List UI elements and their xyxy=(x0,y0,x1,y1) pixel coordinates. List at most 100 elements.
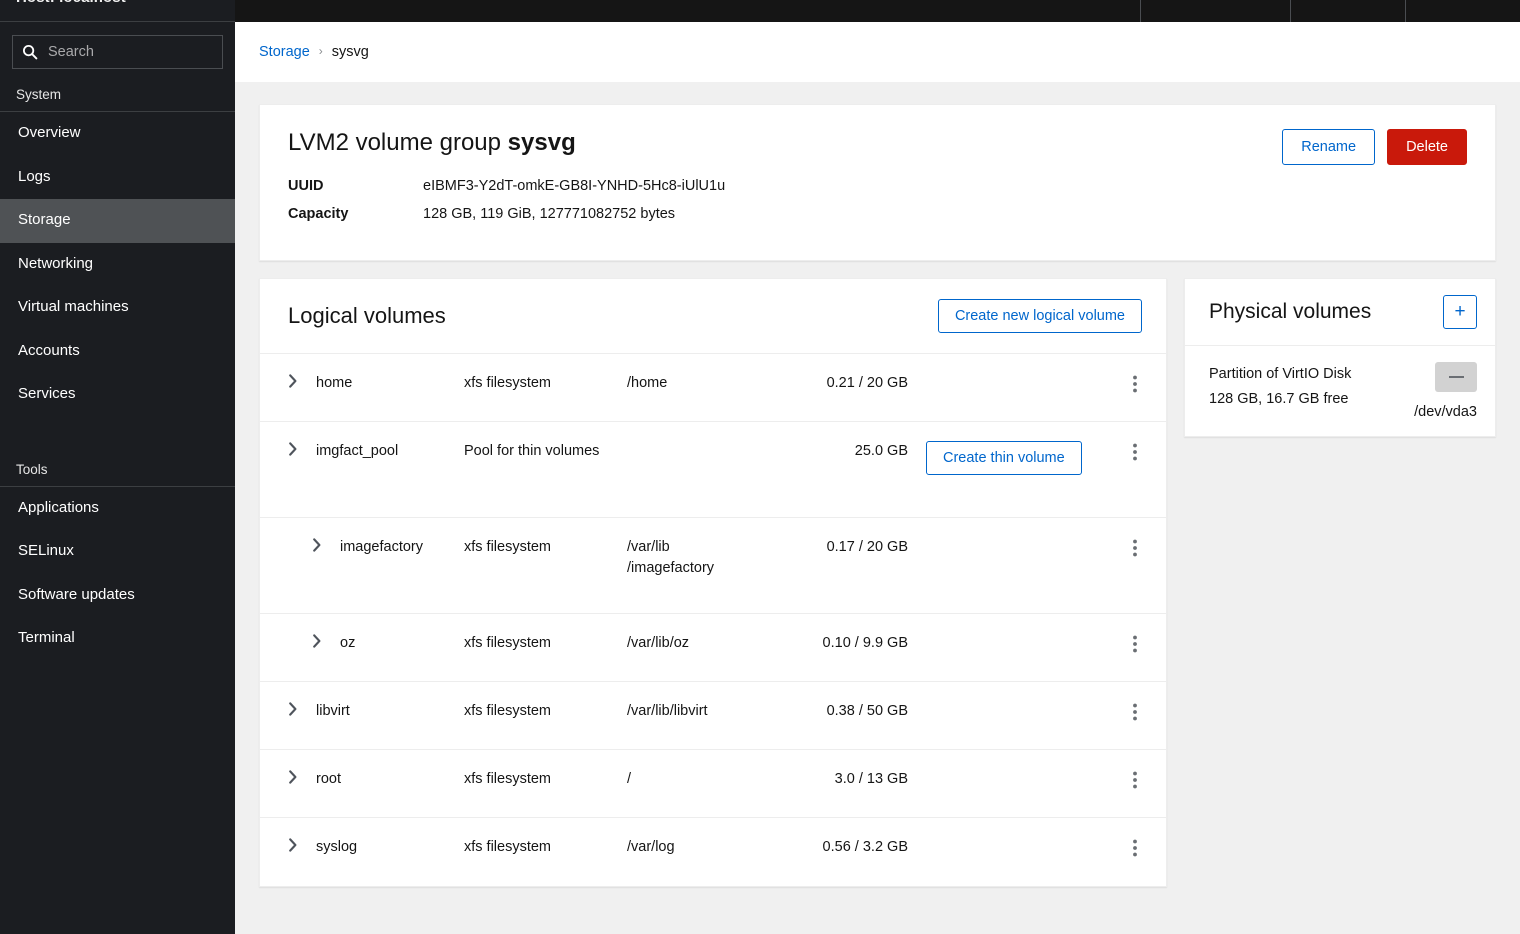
sidebar-section-system: System xyxy=(0,80,235,112)
row-expand-toggle[interactable] xyxy=(260,769,316,788)
row-expand-toggle[interactable] xyxy=(260,373,316,392)
page-title-name: sysvg xyxy=(508,129,576,156)
sidebar-item-virtual-machines[interactable]: Virtual machines xyxy=(0,286,235,330)
top-bar-cell-1[interactable] xyxy=(1140,0,1290,22)
sidebar-item-services[interactable]: Services xyxy=(0,373,235,417)
kebab-menu-icon xyxy=(1133,771,1137,793)
lv-usage: 0.38 / 50 GB xyxy=(708,701,908,722)
breadcrumb-link-storage[interactable]: Storage xyxy=(259,44,310,60)
table-row[interactable]: libvirt xfs filesystem /var/lib/libvirt … xyxy=(260,682,1166,750)
breadcrumb: Storage › sysvg xyxy=(235,22,1520,82)
lv-mount: / xyxy=(627,769,708,790)
physical-volume-info: Partition of VirtIO Disk 128 GB, 16.7 GB… xyxy=(1209,362,1351,413)
table-row[interactable]: home xfs filesystem /home 0.21 / 20 GB xyxy=(260,354,1166,422)
table-row[interactable]: imagefactory xfs filesystem /var/lib /im… xyxy=(260,518,1166,614)
top-bar-cell-2[interactable] xyxy=(1290,0,1405,22)
table-row[interactable]: root xfs filesystem / 3.0 / 13 GB xyxy=(260,750,1166,818)
table-row[interactable]: imgfact_pool Pool for thin volumes 25.0 … xyxy=(260,422,1166,518)
row-menu-button[interactable] xyxy=(1104,633,1166,657)
row-menu-button[interactable] xyxy=(1104,769,1166,793)
content-area: LVM2 volume group sysvg UUID eIBMF3-Y2dT… xyxy=(235,82,1520,934)
uuid-label: UUID xyxy=(288,178,423,194)
kebab-menu-icon xyxy=(1133,539,1137,561)
breadcrumb-current: sysvg xyxy=(332,44,369,60)
physical-volume-entry: Partition of VirtIO Disk 128 GB, 16.7 GB… xyxy=(1185,346,1495,436)
sidebar-item-logs[interactable]: Logs xyxy=(0,156,235,200)
kebab-menu-icon xyxy=(1133,703,1137,725)
lv-type: xfs filesystem xyxy=(464,769,627,790)
lv-usage: 0.10 / 9.9 GB xyxy=(708,633,908,654)
add-physical-volume-button[interactable]: + xyxy=(1443,295,1477,329)
chevron-right-icon xyxy=(288,442,316,460)
main-area: Storage › sysvg LVM2 volume group sysvg … xyxy=(235,0,1520,934)
lv-usage: 0.56 / 3.2 GB xyxy=(708,837,908,858)
lv-mount: /var/lib /imagefactory xyxy=(627,537,708,579)
chevron-right-icon xyxy=(312,538,340,556)
lv-type: xfs filesystem xyxy=(464,373,627,394)
sidebar-item-applications[interactable]: Applications xyxy=(0,487,235,531)
row-expand-toggle[interactable] xyxy=(260,633,340,652)
sidebar-item-software-updates[interactable]: Software updates xyxy=(0,574,235,618)
sidebar-item-terminal[interactable]: Terminal xyxy=(0,617,235,661)
row-expand-toggle[interactable] xyxy=(260,441,316,460)
lv-action: Create thin volume xyxy=(908,441,1104,475)
sidebar-brand-label: Host: localhost xyxy=(16,0,126,6)
chevron-right-icon xyxy=(288,702,316,720)
kebab-menu-icon xyxy=(1133,375,1137,397)
sidebar-search xyxy=(0,22,235,80)
row-menu-button[interactable] xyxy=(1104,537,1166,561)
kebab-menu-icon xyxy=(1133,635,1137,657)
create-thin-volume-button[interactable]: Create thin volume xyxy=(926,441,1082,475)
capacity-value: 128 GB, 119 GiB, 127771082752 bytes xyxy=(423,206,675,222)
row-expand-toggle[interactable] xyxy=(260,537,340,556)
row-menu-button[interactable] xyxy=(1104,441,1166,465)
lv-type: Pool for thin volumes xyxy=(464,441,627,462)
create-new-logical-volume-button[interactable]: Create new logical volume xyxy=(938,299,1142,333)
table-row[interactable]: oz xfs filesystem /var/lib/oz 0.10 / 9.9… xyxy=(260,614,1166,682)
table-row[interactable]: syslog xfs filesystem /var/log 0.56 / 3.… xyxy=(260,818,1166,886)
row-menu-button[interactable] xyxy=(1104,837,1166,861)
lv-name: imagefactory xyxy=(340,537,464,558)
lv-type: xfs filesystem xyxy=(464,701,627,722)
sidebar-item-storage[interactable]: Storage xyxy=(0,199,235,243)
sidebar-brand: Host: localhost xyxy=(0,0,235,22)
lv-name: syslog xyxy=(316,837,464,858)
top-bar-cell-3[interactable] xyxy=(1405,0,1520,22)
sidebar-item-accounts[interactable]: Accounts xyxy=(0,330,235,374)
lv-usage: 3.0 / 13 GB xyxy=(708,769,908,790)
minus-icon xyxy=(1449,376,1464,378)
sidebar-item-selinux[interactable]: SELinux xyxy=(0,530,235,574)
search-input[interactable] xyxy=(48,44,213,60)
chevron-right-icon xyxy=(288,374,316,392)
physical-volume-capacity: 128 GB, 16.7 GB free xyxy=(1209,387,1351,412)
rename-button[interactable]: Rename xyxy=(1282,129,1375,165)
search-icon xyxy=(22,44,38,60)
logical-volumes-header: Logical volumes Create new logical volum… xyxy=(260,279,1166,354)
sidebar-item-overview[interactable]: Overview xyxy=(0,112,235,156)
delete-button[interactable]: Delete xyxy=(1387,129,1467,165)
chevron-right-icon xyxy=(288,770,316,788)
lv-mount: /var/lib/oz xyxy=(627,633,708,654)
capacity-label: Capacity xyxy=(288,206,423,222)
sidebar-item-networking[interactable]: Networking xyxy=(0,243,235,287)
sidebar: Host: localhost System Overview Logs Sto… xyxy=(0,0,235,934)
lower-section: Logical volumes Create new logical volum… xyxy=(259,278,1496,887)
physical-volume-description: Partition of VirtIO Disk xyxy=(1209,362,1351,387)
capacity-row: Capacity 128 GB, 119 GiB, 127771082752 b… xyxy=(288,206,1467,222)
logical-volumes-list: home xfs filesystem /home 0.21 / 20 GB xyxy=(260,354,1166,886)
chevron-right-icon: › xyxy=(319,44,323,58)
remove-physical-volume-button[interactable] xyxy=(1435,362,1477,392)
uuid-row: UUID eIBMF3-Y2dT-omkE-GB8I-YNHD-5Hc8-iUl… xyxy=(288,178,1467,194)
search-box[interactable] xyxy=(12,35,223,69)
lv-type: xfs filesystem xyxy=(464,537,627,558)
row-expand-toggle[interactable] xyxy=(260,701,316,720)
row-menu-button[interactable] xyxy=(1104,701,1166,725)
physical-volumes-header: Physical volumes + xyxy=(1185,279,1495,346)
physical-volume-device: /dev/vda3 xyxy=(1414,404,1477,420)
lv-usage: 0.21 / 20 GB xyxy=(708,373,908,394)
row-menu-button[interactable] xyxy=(1104,373,1166,397)
lv-name: oz xyxy=(340,633,464,654)
kebab-menu-icon xyxy=(1133,443,1137,465)
lv-usage: 0.17 / 20 GB xyxy=(708,537,908,558)
row-expand-toggle[interactable] xyxy=(260,837,316,856)
